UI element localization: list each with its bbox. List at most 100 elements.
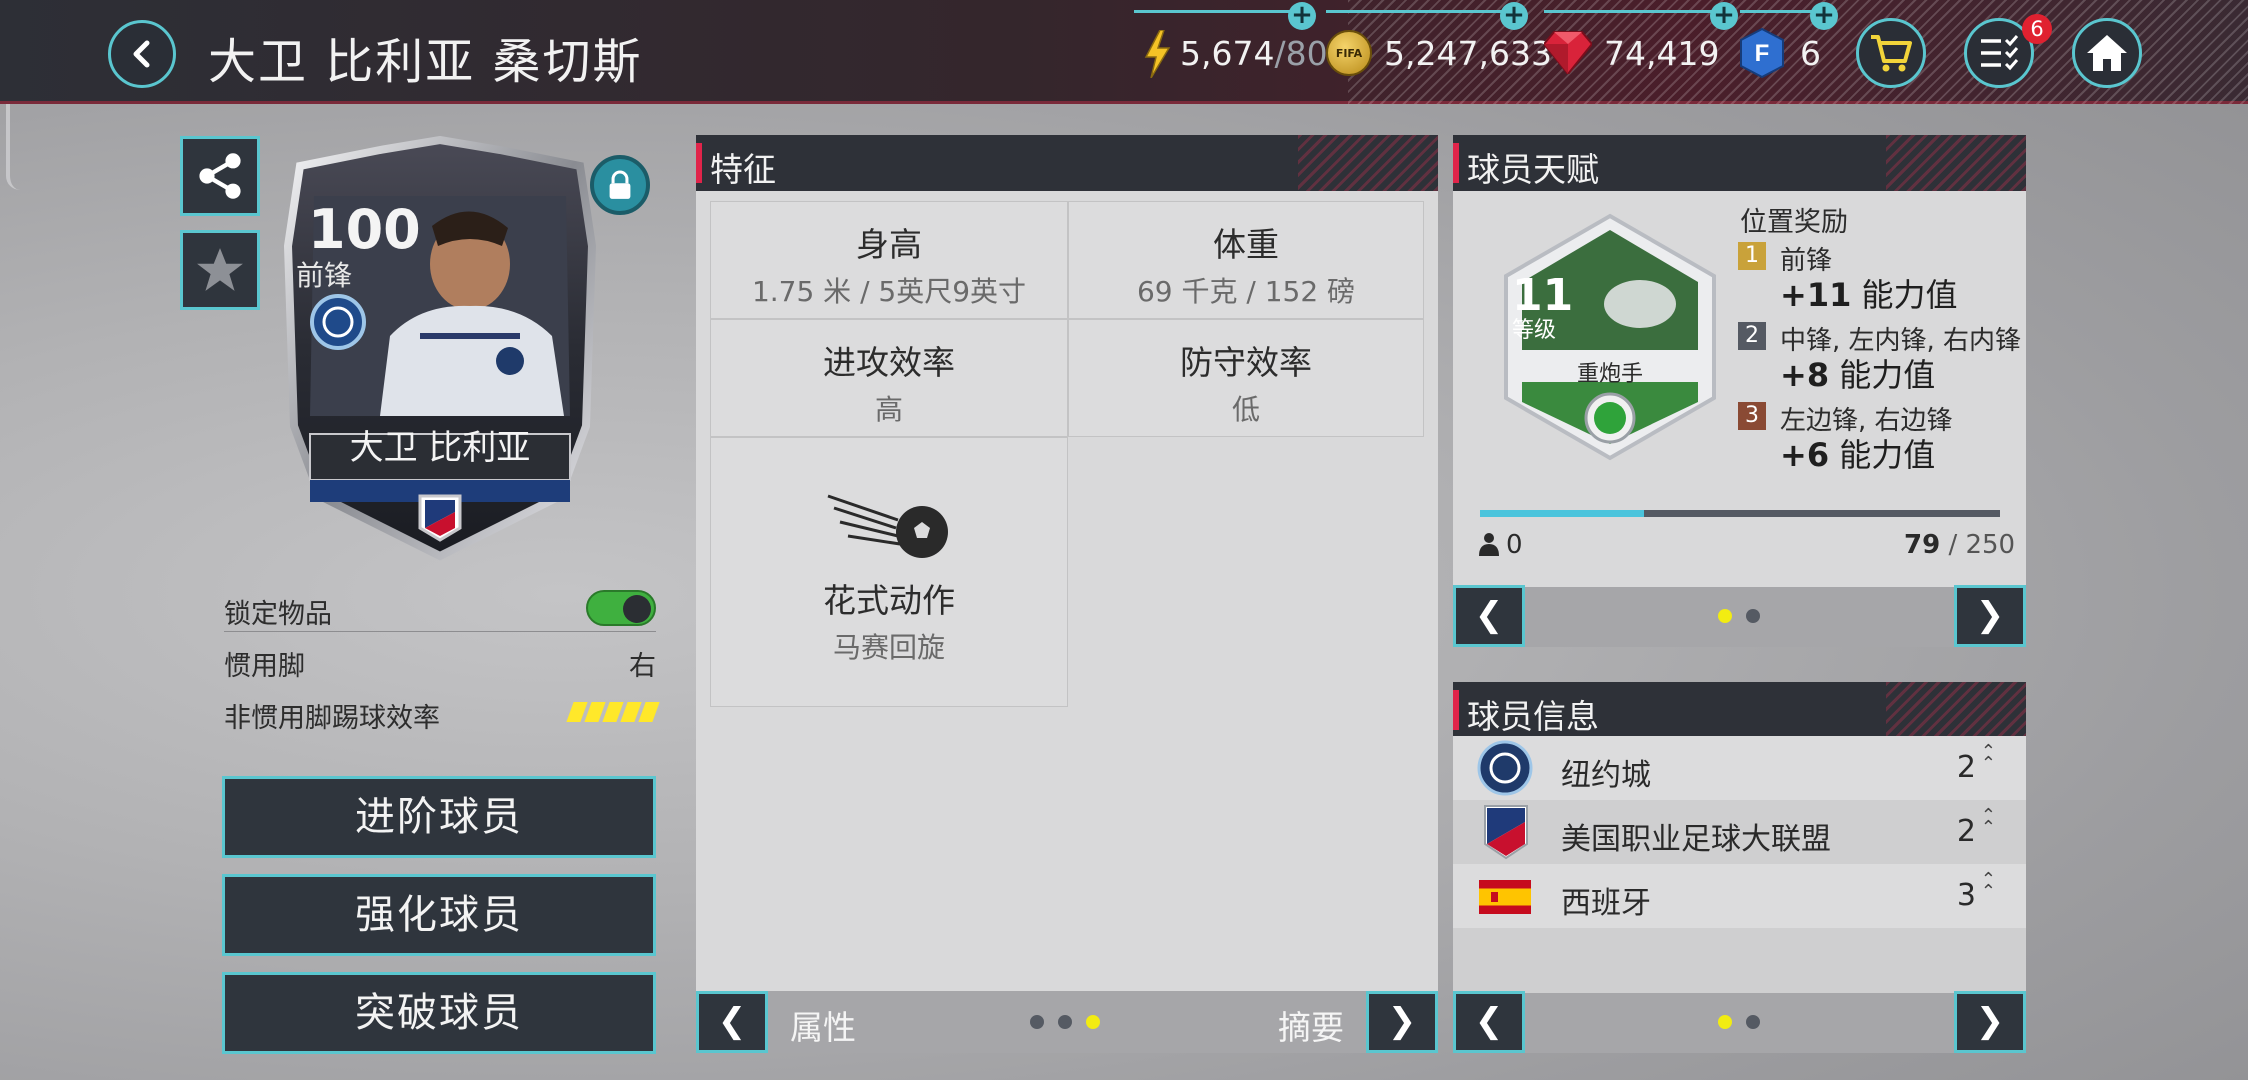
favorite-button[interactable] — [180, 230, 260, 310]
coin-icon-text: FIFA — [1335, 46, 1363, 60]
traits-next-button[interactable]: ❯ — [1366, 991, 1438, 1053]
page-dot — [1030, 1015, 1044, 1029]
info-prev-button[interactable]: ❮ — [1453, 991, 1525, 1053]
breakthrough-player-button[interactable]: 突破球员 — [222, 972, 656, 1054]
talent-xp-fill — [1480, 510, 1645, 517]
info-row-nation[interactable]: 西班牙 3 ⌃ ⌃ — [1453, 864, 2026, 928]
lightning-icon — [1144, 30, 1171, 78]
preferred-foot-row: 惯用脚 右 — [224, 636, 656, 684]
spain-flag-icon — [1479, 880, 1531, 914]
skill-move-value: 马赛回旋 — [832, 631, 945, 664]
lock-icon — [609, 170, 631, 199]
add-gems-button[interactable]: + — [1710, 2, 1738, 30]
bonus-unit: 能力值 — [1861, 276, 1958, 314]
defense-work-rate-cell: 防守效率 低 — [1068, 319, 1424, 437]
bonus-value-3: +6 能力值 — [1780, 430, 1935, 476]
bonus-value-2: +8 能力值 — [1780, 350, 1935, 396]
traits-heading: 特征 — [710, 150, 776, 189]
card-lock-indicator — [590, 155, 650, 215]
add-coins-button[interactable]: + — [1500, 2, 1528, 30]
traits-panel: 特征 身高 1.75 米 / 5英尺9英寸 体重 69 千克 / 152 磅 进… — [696, 135, 1438, 1053]
talent-xp-bar — [1480, 510, 2000, 517]
toggle-knob — [623, 595, 651, 623]
page-dot — [1746, 609, 1760, 623]
gems-value: 74,419 — [1604, 34, 1720, 73]
header-accent — [1453, 690, 1459, 730]
player-info-header: 球员信息 — [1453, 682, 2026, 736]
bonus-amount: +6 — [1780, 436, 1830, 474]
talent-page-dots — [1718, 609, 1760, 623]
back-button[interactable] — [108, 20, 176, 88]
add-energy-button[interactable]: + — [1288, 2, 1316, 30]
bonus-amount: +8 — [1780, 356, 1830, 394]
attack-work-rate-value: 高 — [874, 393, 903, 426]
header-pattern — [1886, 135, 2026, 191]
defense-work-rate-value: 低 — [1231, 393, 1260, 426]
page-title: 大卫 比利亚 桑切斯 — [208, 34, 643, 90]
info-row-club[interactable]: 纽约城 2 ⌃ ⌃ — [1453, 736, 2026, 800]
info-nav-bar: ❮ ❯ — [1453, 991, 2026, 1053]
league-crest-icon — [1484, 805, 1528, 860]
top-bar: 大卫 比利亚 桑切斯 + 5,674/80 + FIFA 5,247,633 +… — [0, 0, 2248, 104]
upgrade-player-button[interactable]: 强化球员 — [222, 874, 656, 956]
page-dot-active — [1718, 609, 1732, 623]
energy-current: 5,674 — [1180, 34, 1275, 73]
add-fifa-points-button[interactable]: + — [1810, 2, 1838, 30]
energy-value: 5,674/80 — [1180, 34, 1328, 73]
league-chemistry: 2 — [1956, 814, 1976, 849]
weak-foot-row: 非惯用脚踢球效率 — [224, 688, 660, 736]
defense-work-rate-label: 防守效率 — [1180, 343, 1312, 382]
gem-icon — [1544, 31, 1592, 74]
store-button[interactable] — [1856, 18, 1926, 88]
talent-level-label: 等级 — [1512, 318, 1557, 343]
weak-foot-label: 非惯用脚踢球效率 — [224, 703, 440, 734]
lock-item-row: 锁定物品 — [224, 584, 656, 632]
fifa-points-resource: + F 6 — [1740, 0, 1838, 104]
nation-name: 西班牙 — [1561, 886, 1651, 921]
player-card[interactable]: 100 前锋 大卫 比利亚 — [270, 136, 610, 566]
checklist-icon — [1981, 35, 2019, 71]
traits-page-dots — [1030, 1015, 1100, 1029]
skill-move-cell[interactable]: 花式动作 马赛回旋 — [710, 437, 1068, 707]
share-icon — [199, 153, 241, 199]
talent-prev-button[interactable]: ❮ — [1453, 585, 1525, 647]
home-button[interactable] — [2072, 18, 2142, 88]
player-info-heading: 球员信息 — [1467, 697, 1599, 736]
preferred-foot-value: 右 — [629, 651, 656, 682]
traits-prev-button[interactable]: ❮ — [696, 991, 768, 1053]
attack-work-rate-label: 进攻效率 — [823, 343, 955, 382]
gems-resource: + 74,419 — [1544, 0, 1738, 104]
traits-nav-bar: ❮ 属性 摘要 ❯ — [696, 991, 1438, 1053]
share-button[interactable] — [180, 136, 260, 216]
talent-xp-text: 79 / 250 — [1904, 530, 2015, 560]
skill-ball-icon — [827, 494, 948, 558]
cart-icon — [1871, 35, 1912, 72]
page-dot — [1746, 1015, 1760, 1029]
page-dot — [1058, 1015, 1072, 1029]
star-icon — [197, 248, 243, 291]
club-chemistry: 2 — [1956, 750, 1976, 785]
talent-next-button[interactable]: ❯ — [1954, 585, 2026, 647]
lock-item-toggle[interactable] — [586, 590, 656, 626]
svg-text:F: F — [1755, 40, 1770, 67]
bonus-value-1: +11 能力值 — [1780, 270, 1958, 316]
coin-icon: FIFA — [1326, 30, 1372, 76]
info-row-league[interactable]: 美国职业足球大联盟 2 ⌃ ⌃ — [1453, 800, 2026, 864]
home-icon — [2087, 35, 2127, 71]
weight-label: 体重 — [1213, 225, 1279, 264]
chevron-up-icon: ⌃ ⌃ — [1980, 741, 1996, 774]
card-player-name: 大卫 比利亚 — [349, 428, 531, 468]
traits-next-label[interactable]: 摘要 — [1278, 1001, 1344, 1049]
chevron-left-icon — [133, 40, 150, 68]
energy-max: /80 — [1274, 34, 1328, 73]
gems-line — [1544, 10, 1716, 13]
nation-chemistry: 3 — [1956, 878, 1976, 913]
chevron-up-icon: ⌃ ⌃ — [1980, 869, 1996, 902]
info-next-button[interactable]: ❯ — [1954, 991, 2026, 1053]
skill-move-label: 花式动作 — [823, 581, 955, 620]
preferred-foot-label: 惯用脚 — [224, 651, 305, 682]
evolve-player-button[interactable]: 进阶球员 — [222, 776, 656, 858]
talent-panel-header: 球员天赋 — [1453, 135, 2026, 191]
traits-prev-label[interactable]: 属性 — [790, 1001, 856, 1049]
rank-badge-3: 3 — [1738, 402, 1766, 430]
